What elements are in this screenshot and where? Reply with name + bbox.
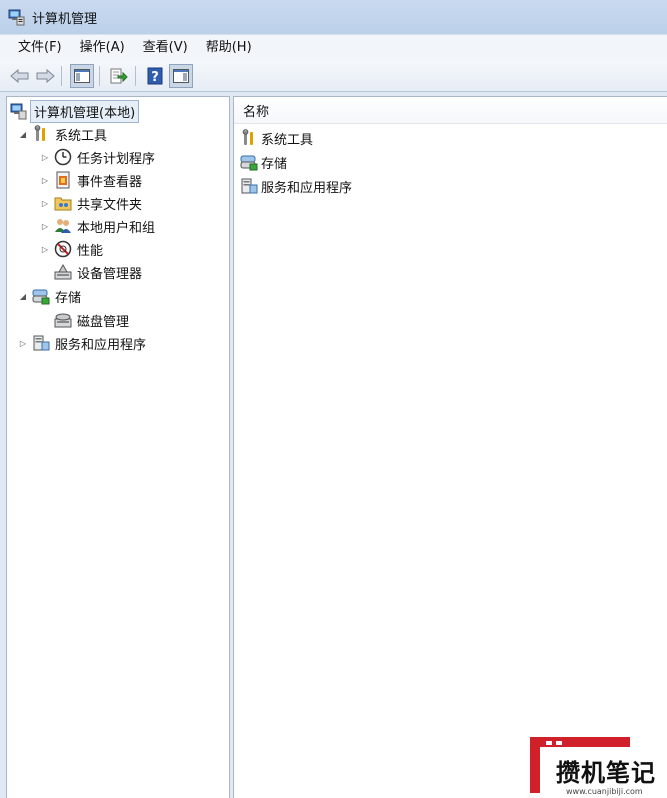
show-hide-action-pane-button[interactable] (169, 64, 193, 88)
computer-management-window: 计算机管理 文件(F) 操作(A) 查看(V) 帮助(H) ? 计算机管理(本地… (0, 0, 667, 798)
collapsed-arrow-icon[interactable]: ▷ (39, 174, 51, 186)
tree-item-event-viewer[interactable]: ▷ 事件查看器 (39, 169, 142, 191)
users-icon (54, 217, 72, 235)
storage-icon (32, 287, 50, 305)
forward-button[interactable] (34, 65, 56, 87)
computer-management-icon (8, 8, 26, 26)
title-bar[interactable]: 计算机管理 (0, 0, 667, 34)
export-list-button[interactable] (108, 65, 130, 87)
watermark-logo: 攒机笔记 www.cuanjibiji.com (526, 735, 667, 798)
tree-item-device-manager[interactable]: 设备管理器 (39, 261, 142, 283)
window-title: 计算机管理 (32, 11, 98, 27)
list-item-system-tools[interactable]: 系统工具 (240, 127, 313, 149)
toolbar-separator (61, 66, 62, 86)
collapsed-arrow-icon[interactable]: ▷ (39, 151, 51, 163)
menu-file[interactable]: 文件(F) (9, 37, 71, 59)
help-button[interactable]: ? (144, 65, 166, 87)
tree-item-storage[interactable]: ◢ 存储 (17, 285, 81, 307)
tree-item-local-users-groups[interactable]: ▷ 本地用户和组 (39, 215, 155, 237)
menu-help[interactable]: 帮助(H) (197, 37, 261, 59)
menu-action[interactable]: 操作(A) (71, 37, 134, 59)
toolbar: ? (0, 61, 667, 92)
export-list-icon (110, 68, 128, 84)
column-header-name[interactable]: 名称 (234, 97, 667, 124)
tree-item-performance[interactable]: ▷ 性能 (39, 238, 103, 260)
forward-arrow-icon (36, 69, 55, 83)
action-pane-icon (173, 69, 189, 83)
toolbar-separator (135, 66, 136, 86)
tree-item-task-scheduler[interactable]: ▷ 任务计划程序 (39, 146, 155, 168)
performance-icon (54, 240, 72, 258)
tools-icon (32, 125, 50, 143)
console-tree-icon (74, 69, 90, 83)
collapsed-arrow-icon[interactable]: ▷ (39, 197, 51, 209)
menu-view[interactable]: 查看(V) (134, 37, 197, 59)
tree-item-disk-management[interactable]: 磁盘管理 (39, 309, 129, 331)
tree-item-system-tools[interactable]: ◢ 系统工具 (17, 123, 107, 145)
storage-icon (240, 153, 258, 171)
collapsed-arrow-icon[interactable]: ▷ (17, 337, 29, 349)
expanded-arrow-icon[interactable]: ◢ (17, 290, 29, 302)
tree-root-computer-management[interactable]: 计算机管理(本地) (10, 99, 140, 123)
services-icon (32, 334, 50, 352)
tools-icon (240, 129, 258, 147)
no-arrow (39, 314, 51, 326)
help-icon: ? (147, 67, 163, 85)
tree-item-services-applications[interactable]: ▷ 服务和应用程序 (17, 332, 146, 354)
no-arrow (39, 266, 51, 278)
watermark-text: 攒机笔记 (556, 759, 656, 787)
event-viewer-icon (54, 171, 72, 189)
watermark-url: www.cuanjibiji.com (566, 787, 643, 796)
shared-folder-icon (54, 194, 72, 212)
services-icon (240, 177, 258, 195)
expanded-arrow-icon[interactable]: ◢ (17, 128, 29, 140)
toolbar-separator (99, 66, 100, 86)
disk-icon (54, 311, 72, 329)
show-hide-console-tree-button[interactable] (70, 64, 94, 88)
console-tree-pane[interactable]: 计算机管理(本地) ◢ 系统工具 ▷ 任务计划程序 ▷ 事件查看器 ▷ 共享文件… (6, 96, 230, 798)
computer-management-icon (10, 102, 28, 120)
tree-item-shared-folders[interactable]: ▷ 共享文件夹 (39, 192, 142, 214)
back-arrow-icon (10, 69, 29, 83)
tree-root-label: 计算机管理(本地) (30, 99, 140, 123)
collapsed-arrow-icon[interactable]: ▷ (39, 220, 51, 232)
results-pane[interactable]: 名称 系统工具 存储 服务和应用程序 (233, 96, 667, 798)
back-button[interactable] (9, 65, 31, 87)
menu-bar: 文件(F) 操作(A) 查看(V) 帮助(H) (0, 34, 667, 61)
clock-icon (54, 148, 72, 166)
list-item-storage[interactable]: 存储 (240, 151, 287, 173)
collapsed-arrow-icon[interactable]: ▷ (39, 243, 51, 255)
svg-text:?: ? (151, 70, 159, 85)
list-item-services-applications[interactable]: 服务和应用程序 (240, 175, 352, 197)
device-manager-icon (54, 263, 72, 281)
